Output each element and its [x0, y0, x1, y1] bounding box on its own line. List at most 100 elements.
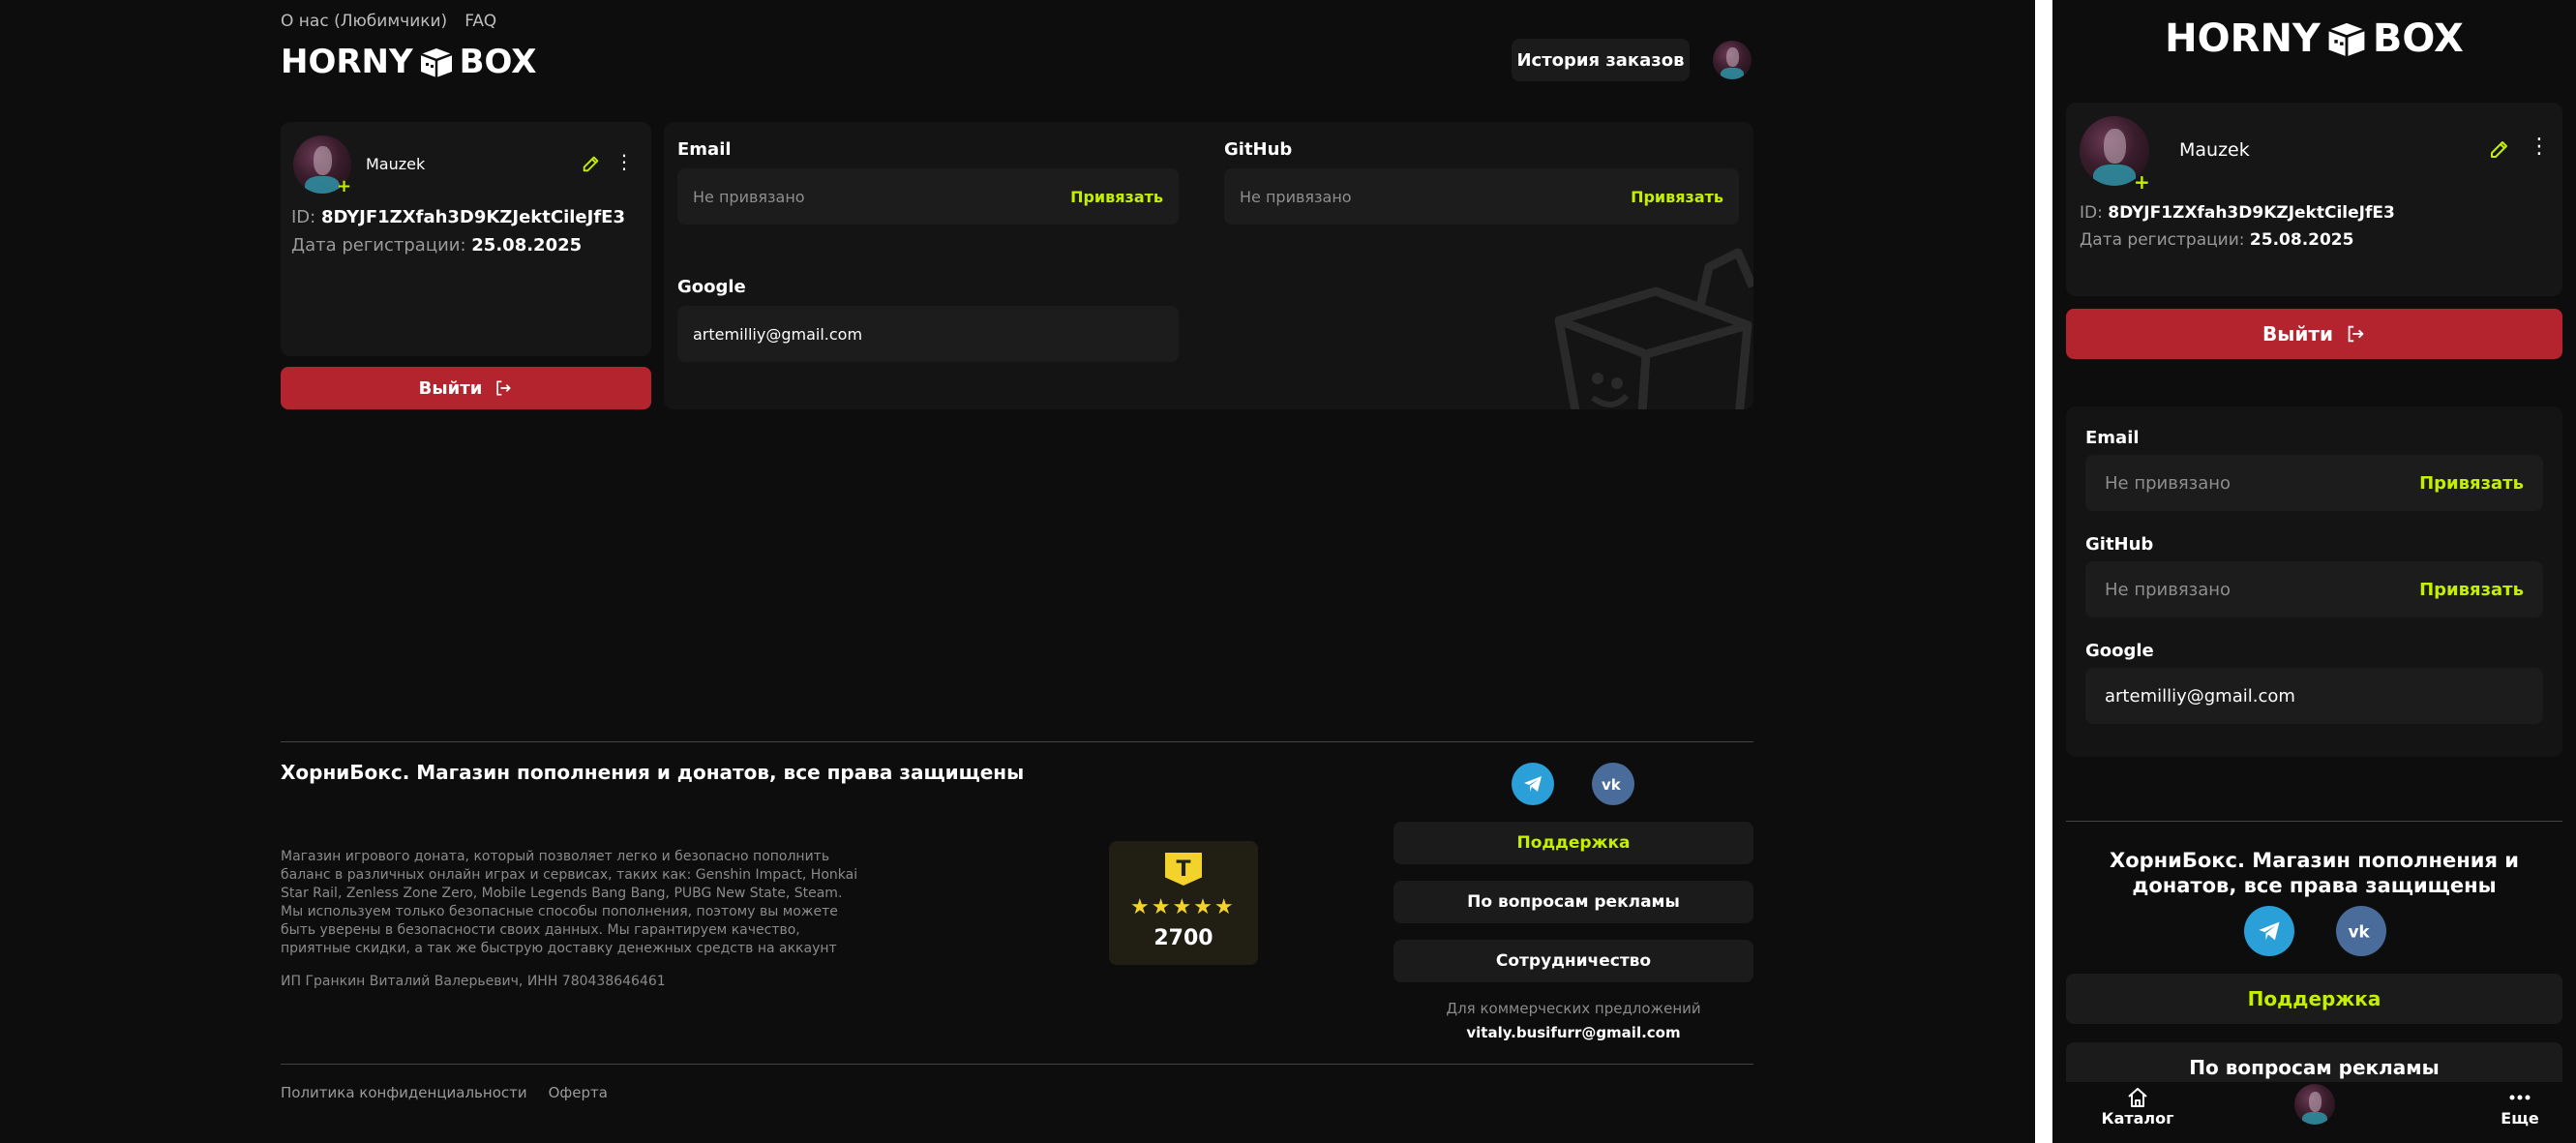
site-logo[interactable]: HORNY BOX	[281, 43, 536, 81]
mobile-profile-id-value: 8DYJF1ZXfah3D9KZJektCileJfE3	[2108, 203, 2395, 223]
box-mascot-icon	[1554, 248, 1753, 409]
mobile-profile-card: + Mauzek ⋮ ID: 8DYJF1ZXfah3D9KZJektCileJ…	[2066, 103, 2562, 296]
github-label: GitHub	[1224, 139, 1293, 160]
profile-id-value: 8DYJF1ZXfah3D9KZJektCileJfE3	[320, 207, 625, 227]
telegram-button[interactable]	[1512, 763, 1554, 805]
offer-link[interactable]: Оферта	[549, 1084, 608, 1101]
nav-link-about[interactable]: О нас (Любимчики)	[281, 12, 447, 31]
rating-badge[interactable]: T ★★★★★ 2700	[1109, 841, 1258, 965]
google-email: artemilliy@gmail.com	[693, 324, 863, 344]
mobile-github-status: Не привязано	[2105, 579, 2232, 600]
mobile-logo-text-left: HORNY	[2165, 16, 2321, 61]
mobile-vk-button[interactable]: vk	[2336, 906, 2386, 956]
footer-legal: ИП Гранкин Виталий Валерьевич, ИНН 78043…	[281, 974, 666, 989]
profile-username: Mauzek	[366, 155, 426, 173]
support-button[interactable]: Поддержка	[1393, 822, 1753, 864]
footer-divider-bottom	[281, 1064, 1753, 1065]
logout-icon	[496, 380, 512, 396]
google-field: artemilliy@gmail.com	[677, 306, 1179, 362]
footer-title: ХорниБокс. Магазин пополнения и донатов,…	[281, 761, 1025, 784]
desktop-view: О нас (Любимчики) FAQ HORNY BOX История …	[0, 0, 2035, 1143]
github-status: Не привязано	[1240, 187, 1352, 206]
commercial-email-link[interactable]: vitaly.busifurr@gmail.com	[1393, 1024, 1753, 1041]
email-field: Не привязано Привязать	[677, 168, 1179, 225]
t-logo-icon: T	[1165, 853, 1202, 886]
nav-catalog[interactable]: Каталог	[2089, 1086, 2186, 1128]
mobile-profile-reg-value: 25.08.2025	[2249, 230, 2354, 250]
vk-button[interactable]: vk	[1592, 763, 1634, 805]
footer-links: Политика конфиденциальности Оферта	[281, 1084, 608, 1101]
mobile-github-bind-button[interactable]: Привязать	[2419, 580, 2524, 600]
pencil-icon[interactable]	[2488, 137, 2511, 161]
box-logo-icon	[420, 48, 453, 77]
rating-count: 2700	[1153, 926, 1213, 950]
email-label: Email	[677, 139, 732, 160]
mobile-footer-title: ХорниБокс. Магазин пополнения и донатов,…	[2110, 849, 2519, 897]
vk-icon: vk	[1602, 776, 1622, 793]
ads-button[interactable]: По вопросам рекламы	[1393, 881, 1753, 923]
telegram-icon	[1524, 776, 1542, 792]
profile-registration: Дата регистрации: 25.08.2025	[291, 235, 582, 256]
add-avatar-icon[interactable]: +	[337, 176, 351, 196]
box-logo-icon	[2328, 22, 2365, 57]
rating-stars: ★★★★★	[1130, 895, 1236, 919]
footer-description: Магазин игрового доната, который позволя…	[281, 849, 858, 956]
nav-catalog-label: Каталог	[2101, 1109, 2174, 1128]
mobile-profile-id-label: ID:	[2080, 203, 2103, 223]
svg-text:vk: vk	[1602, 776, 1622, 793]
mobile-support-button[interactable]: Поддержка	[2066, 974, 2562, 1024]
mobile-add-avatar-icon[interactable]: +	[2134, 170, 2150, 194]
nav-more[interactable]: Еще	[2486, 1086, 2554, 1128]
logout-button[interactable]: Выйти	[281, 367, 651, 409]
nav-link-faq[interactable]: FAQ	[464, 12, 496, 31]
nav-more-label: Еще	[2501, 1109, 2539, 1128]
mobile-google-label: Google	[2085, 641, 2154, 661]
footer-divider-top	[281, 741, 1753, 742]
logout-label: Выйти	[418, 377, 483, 399]
partnership-button[interactable]: Сотрудничество	[1393, 940, 1753, 982]
home-icon	[2128, 1088, 2147, 1107]
mobile-profile-username: Mauzek	[2179, 139, 2250, 161]
svg-text:vk: vk	[2349, 923, 2371, 941]
pencil-icon[interactable]	[581, 153, 602, 174]
mobile-email-field: Не привязано Привязать	[2085, 455, 2543, 511]
more-vertical-icon[interactable]: ⋮	[614, 151, 635, 174]
mobile-view: HORNY BOX + Mauzek ⋮ ID: 8DYJF1ZXfah3D9K…	[2052, 0, 2576, 1143]
mobile-google-field: artemilliy@gmail.com	[2085, 668, 2543, 724]
mobile-email-label: Email	[2085, 428, 2140, 448]
privacy-policy-link[interactable]: Политика конфиденциальности	[281, 1084, 527, 1101]
mobile-telegram-button[interactable]	[2244, 906, 2294, 956]
linked-accounts-card: Email Не привязано Привязать GitHub Не п…	[664, 122, 1753, 409]
logout-icon	[2348, 325, 2364, 343]
more-vertical-icon[interactable]: ⋮	[2529, 135, 2550, 161]
vk-icon: vk	[2349, 923, 2371, 941]
mobile-profile-reg-label: Дата регистрации:	[2080, 230, 2245, 250]
mobile-profile-id: ID: 8DYJF1ZXfah3D9KZJektCileJfE3	[2080, 203, 2395, 223]
mobile-profile-registration: Дата регистрации: 25.08.2025	[2080, 230, 2353, 250]
github-field: Не привязано Привязать	[1224, 168, 1739, 225]
nav-profile-avatar[interactable]	[2294, 1084, 2335, 1125]
mobile-logout-button[interactable]: Выйти	[2066, 309, 2562, 359]
mobile-linked-accounts-card: Email Не привязано Привязать GitHub Не п…	[2066, 406, 2562, 757]
profile-reg-value: 25.08.2025	[471, 235, 583, 256]
top-nav: О нас (Любимчики) FAQ	[281, 12, 496, 31]
mobile-logout-label: Выйти	[2262, 322, 2333, 346]
mobile-email-bind-button[interactable]: Привязать	[2419, 473, 2524, 494]
mobile-footer-divider	[2066, 821, 2562, 822]
google-label: Google	[677, 277, 746, 297]
order-history-button[interactable]: История заказов	[1512, 39, 1690, 81]
profile-card: + Mauzek ⋮ ID: 8DYJF1ZXfah3D9KZJektCileJ…	[281, 122, 651, 356]
more-horizontal-icon	[2509, 1095, 2531, 1100]
commercial-label: Для коммерческих предложений	[1446, 1000, 1701, 1017]
mobile-site-logo[interactable]: HORNY BOX	[2052, 15, 2576, 62]
mobile-email-status: Не привязано	[2105, 472, 2232, 494]
email-bind-button[interactable]: Привязать	[1070, 188, 1163, 206]
mobile-bottom-nav: Каталог Еще	[2052, 1082, 2576, 1143]
email-status: Не привязано	[693, 187, 805, 206]
profile-id: ID: 8DYJF1ZXfah3D9KZJektCileJfE3	[291, 207, 625, 227]
user-avatar[interactable]	[1713, 41, 1752, 79]
mobile-logo-text-right: BOX	[2372, 16, 2464, 61]
github-bind-button[interactable]: Привязать	[1631, 188, 1723, 206]
profile-reg-label: Дата регистрации:	[291, 235, 466, 256]
mobile-github-field: Не привязано Привязать	[2085, 561, 2543, 617]
